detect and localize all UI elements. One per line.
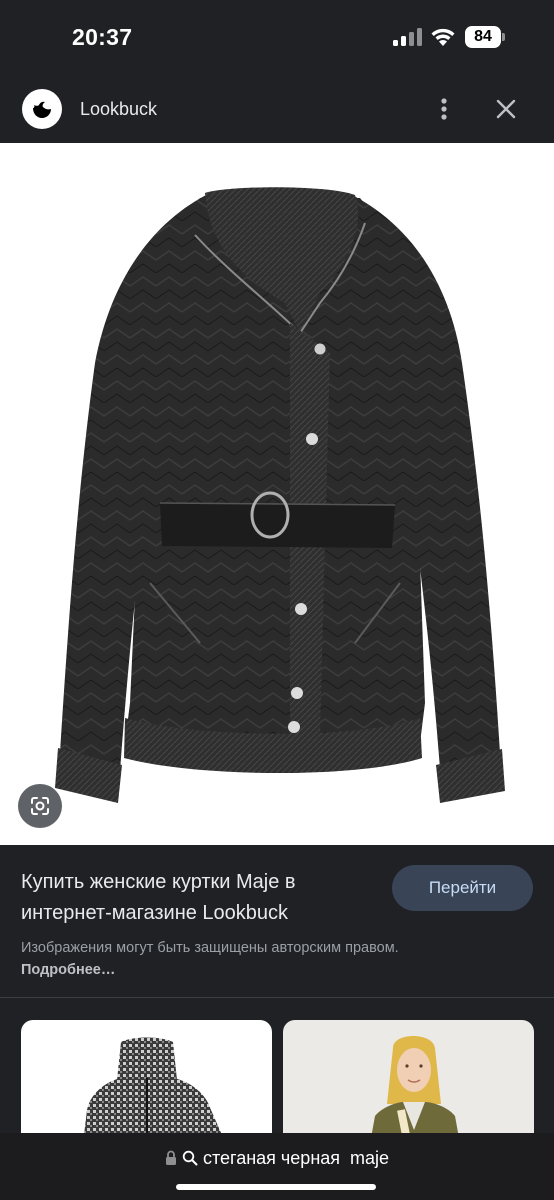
signal-icon bbox=[393, 28, 422, 46]
learn-more-link[interactable]: Подробнее… bbox=[21, 962, 115, 978]
copyright-text: Изображения могут быть защищены авторски… bbox=[21, 940, 399, 956]
copyright-notice: Изображения могут быть защищены авторски… bbox=[21, 937, 401, 981]
browser-address-bar[interactable]: стеганая черная maje bbox=[0, 1133, 554, 1200]
search-icon bbox=[182, 1151, 198, 1166]
close-icon[interactable] bbox=[494, 97, 518, 121]
battery-level: 84 bbox=[474, 28, 492, 45]
result-info: Купить женские куртки Maje в интернет-ма… bbox=[0, 845, 554, 997]
status-bar: 20:37 84 bbox=[0, 0, 554, 75]
related-images bbox=[0, 998, 554, 1160]
viewer-header: Lookbuck bbox=[0, 75, 554, 143]
main-image[interactable] bbox=[0, 143, 554, 845]
status-time: 20:37 bbox=[72, 24, 133, 50]
result-title[interactable]: Купить женские куртки Maje в интернет-ма… bbox=[21, 867, 371, 929]
visit-button[interactable]: Перейти bbox=[392, 865, 533, 911]
lock-icon bbox=[165, 1150, 176, 1166]
battery-icon: 84 bbox=[465, 26, 505, 48]
wifi-icon bbox=[431, 28, 455, 46]
home-indicator[interactable] bbox=[176, 1184, 376, 1190]
more-vert-icon[interactable] bbox=[432, 95, 456, 123]
google-lens-icon[interactable] bbox=[18, 784, 62, 828]
site-name[interactable]: Lookbuck bbox=[80, 99, 157, 120]
jacket-image bbox=[55, 187, 505, 803]
site-logo-icon[interactable] bbox=[22, 89, 62, 129]
url-content: стеганая черная maje bbox=[0, 1147, 554, 1169]
url-text[interactable]: стеганая черная maje bbox=[203, 1148, 389, 1169]
